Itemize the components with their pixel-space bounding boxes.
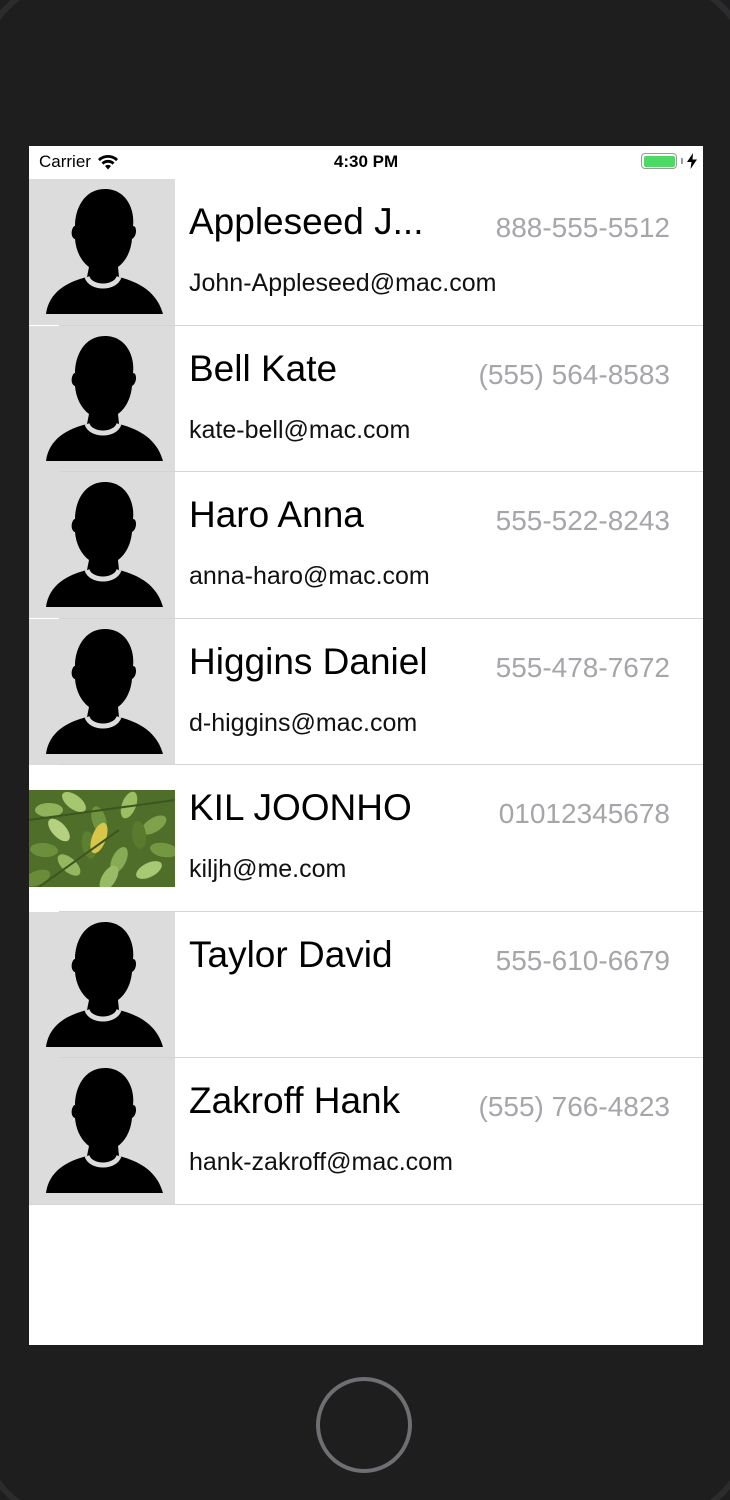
contact-name: Haro Anna	[189, 494, 364, 535]
person-silhouette-icon	[29, 618, 175, 765]
status-time: 4:30 PM	[333, 152, 399, 171]
person-silhouette-icon	[29, 179, 175, 325]
person-silhouette-icon	[29, 325, 175, 472]
home-button[interactable]	[316, 1377, 412, 1473]
avatar	[29, 911, 175, 1058]
status-bar: Carrier 4:30 PM	[29, 146, 703, 179]
contact-row[interactable]: Haro Anna 555-522-8243 anna-haro@mac.com	[29, 472, 703, 619]
phone-screen: Carrier 4:30 PM Appleseed J... 888-555-5…	[29, 146, 703, 1345]
battery-tip	[681, 158, 683, 164]
contact-name: Taylor David	[189, 933, 393, 975]
contact-phone: 888-555-5512	[495, 212, 670, 243]
row-separator	[29, 1203, 703, 1205]
avatar	[29, 618, 175, 765]
contact-list[interactable]: Appleseed J... 888-555-5512 John-Applese…	[29, 179, 703, 1205]
contact-row[interactable]: Zakroff Hank (555) 766-4823 hank-zakroff…	[29, 1058, 703, 1205]
contact-phone: (555) 766-4823	[478, 1091, 670, 1122]
leaf-photo	[29, 790, 175, 887]
avatar	[29, 325, 175, 472]
avatar	[29, 1058, 175, 1204]
contact-name: KIL JOONHO	[189, 787, 412, 828]
bolt-icon	[687, 153, 697, 169]
contact-email: d-higgins@mac.com	[189, 708, 418, 737]
contact-row[interactable]: Appleseed J... 888-555-5512 John-Applese…	[29, 179, 703, 326]
contact-email: John-Appleseed@mac.com	[189, 269, 497, 297]
contact-name: Higgins Daniel	[189, 640, 428, 682]
contact-email: hank-zakroff@mac.com	[189, 1148, 453, 1176]
contact-name: Appleseed J...	[189, 201, 424, 242]
contact-row[interactable]: Bell Kate (555) 564-8583 kate-bell@mac.c…	[29, 325, 703, 472]
battery-icon	[641, 153, 677, 169]
contact-row[interactable]: KIL JOONHO 01012345678 kiljh@me.com	[29, 765, 703, 912]
contact-email: kate-bell@mac.com	[189, 415, 411, 444]
device-frame: Carrier 4:30 PM Appleseed J... 888-555-5…	[0, 0, 730, 1500]
contact-name: Zakroff Hank	[189, 1080, 401, 1121]
contact-phone: 01012345678	[498, 798, 670, 829]
contact-row[interactable]: Taylor David 555-610-6679	[29, 911, 703, 1058]
contact-row[interactable]: Higgins Daniel 555-478-7672 d-higgins@ma…	[29, 618, 703, 765]
battery-level-fill	[643, 155, 675, 167]
person-silhouette-icon	[29, 472, 175, 618]
avatar	[29, 472, 175, 618]
contact-name: Bell Kate	[189, 347, 338, 389]
contact-email: anna-haro@mac.com	[189, 562, 430, 590]
battery-indicator	[641, 153, 697, 169]
person-silhouette-icon	[29, 911, 175, 1058]
contact-phone: 555-610-6679	[495, 944, 670, 976]
contact-phone: 555-522-8243	[495, 505, 670, 536]
contact-email: kiljh@me.com	[189, 855, 347, 883]
avatar	[29, 179, 175, 325]
contact-phone: (555) 564-8583	[478, 358, 670, 390]
avatar	[29, 790, 175, 887]
person-silhouette-icon	[29, 1058, 175, 1204]
contact-phone: 555-478-7672	[495, 651, 670, 683]
